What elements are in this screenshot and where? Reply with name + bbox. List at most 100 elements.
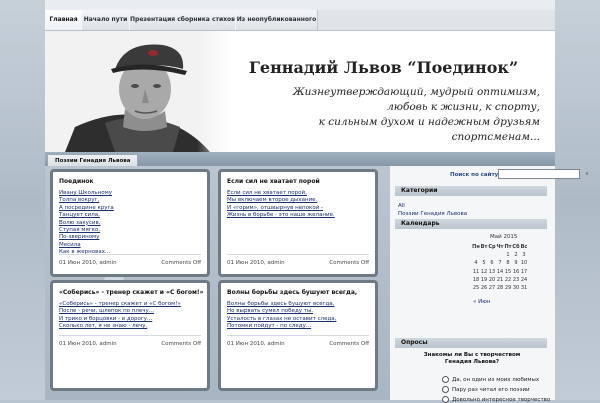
calendar-day: 5: [482, 260, 486, 267]
poll-option-label: Пару раз читал его поэзии: [452, 387, 530, 393]
post-line[interactable]: Волны борьбы здесь бушуют всегда,: [227, 301, 336, 308]
poll-option[interactable]: Да, он один из моих любимых: [442, 376, 539, 383]
nav-item-home[interactable]: Главная: [45, 10, 82, 30]
post-meta: 01 Июн 2010, admin Comments Off: [59, 335, 201, 350]
calendar-day: 12: [480, 268, 488, 275]
post-excerpt: Волны борьбы здесь бушуют всегда, Но выр…: [227, 301, 336, 331]
calendar-day: [472, 251, 480, 259]
calendar-day: 18: [472, 276, 480, 283]
post-line[interactable]: И «горим», отшвырнув непокой -: [227, 205, 335, 212]
post-line[interactable]: По-звериному: [59, 234, 114, 241]
post-title[interactable]: Поединок: [59, 178, 94, 185]
calendar-day: [496, 251, 504, 259]
calendar-day: 3: [522, 252, 526, 259]
post-line[interactable]: Сколько лет, я не знаю - лечу.: [59, 323, 181, 330]
site-title: Геннадий Львов “Поединок”: [248, 58, 519, 77]
post-line[interactable]: Мы включаем второе дыхание.: [227, 197, 335, 204]
radio-button[interactable]: [442, 376, 449, 383]
calendar-day: 7: [498, 260, 502, 267]
search-button[interactable]: »: [583, 170, 591, 178]
motto-line: любовь к жизни, к спорту,: [387, 101, 540, 113]
radio-button[interactable]: [442, 386, 449, 393]
post-line[interactable]: Потомки пойдут - по следу...: [227, 323, 336, 330]
post-line[interactable]: Ступая мягко,: [59, 227, 114, 234]
calendar-day: 15: [504, 268, 512, 275]
post-comments-link[interactable]: Comments Off: [161, 260, 201, 266]
motto-line: Жизнеутверждающий, мудрый оптимизм,: [292, 86, 540, 98]
calendar-day: 29: [504, 285, 512, 292]
post-line[interactable]: И трико и борцовки - в дорогу...: [59, 316, 181, 323]
calendar-day: 23: [512, 276, 520, 283]
page-wrapper: Главная Начало пути Презентация сборника…: [45, 0, 589, 403]
post-line[interactable]: Волю закусив,: [59, 220, 114, 227]
post-excerpt: Ивану Школьному Толпа вокруг, А посредин…: [59, 190, 114, 257]
calendar-day: 24: [520, 276, 528, 283]
calendar-day: 28: [496, 285, 504, 292]
calendar-day: 21: [496, 276, 504, 283]
post-line[interactable]: Если сил не хватает порой,: [227, 190, 335, 197]
calendar-week: 4 5 6 7 8 9 10: [472, 259, 528, 267]
calendar-day: 17: [520, 268, 528, 275]
post-comments-link[interactable]: Comments Off: [329, 341, 369, 347]
calendar-day: 30: [512, 285, 520, 292]
post-meta: 01 Июн 2010, admin Comments Off: [227, 335, 369, 350]
calendar-day: 19: [480, 276, 488, 283]
calendar-day: 11: [472, 268, 480, 275]
category-link-all[interactable]: All: [398, 203, 405, 209]
post-line[interactable]: Месила: [59, 242, 114, 249]
post-title[interactable]: Если сил не хватает порой: [227, 178, 320, 185]
calendar-day: 25: [472, 285, 480, 292]
calendar-prev-link[interactable]: « Июн: [473, 299, 490, 305]
calendar-day: 26: [480, 285, 488, 292]
weekday: Сб: [512, 244, 520, 251]
calendar-day: 14: [496, 268, 504, 275]
main-nav: Главная Начало пути Презентация сборника…: [45, 10, 555, 31]
post-line[interactable]: Танцует сила,: [59, 212, 114, 219]
calendar-day: 4: [474, 260, 478, 267]
weekday: Пт: [504, 244, 512, 251]
post-excerpt: Если сил не хватает порой, Мы включаем в…: [227, 190, 335, 220]
post-comments-link[interactable]: Comments Off: [329, 260, 369, 266]
post-title[interactable]: Волны борьбы здесь бушуют всегда,: [227, 289, 357, 296]
post-line[interactable]: Но вырвать сумел победу ты.: [227, 308, 336, 315]
post-line[interactable]: После - речи, шлепок по плечу...: [59, 308, 181, 315]
post-card: «Соберись» - тренер скажет и «С богом!» …: [50, 280, 210, 391]
category-link-poetry[interactable]: Поэзии Генадия Львова: [398, 211, 467, 217]
motto-line: к сильным духом и надежным друзьям: [318, 116, 540, 128]
nav-item-unpublished[interactable]: Из неопубликованного: [235, 10, 318, 30]
poll-question: Знакомы ли Вы с творчеством Генадия Льво…: [423, 352, 521, 365]
calendar-week: 1 2 3: [472, 251, 528, 259]
weekday: Чт: [496, 244, 504, 251]
calendar-caption: Май 2015: [490, 234, 518, 240]
motto-line: спортсменам...: [451, 131, 540, 143]
post-title[interactable]: «Соберись» - тренер скажет и «С богом!»: [59, 289, 204, 296]
post-line[interactable]: Ивану Школьному: [59, 190, 114, 197]
post-meta: 01 Июн 2010, admin Comments Off: [227, 254, 369, 269]
calendar-day: 16: [512, 268, 520, 275]
post-line[interactable]: Толпа вокруг,: [59, 197, 114, 204]
post-card: Волны борьбы здесь бушуют всегда, Волны …: [218, 280, 378, 391]
post-date: 01 Июн 2010, admin: [227, 260, 285, 266]
calendar-day: 9: [514, 260, 518, 267]
polls-heading: Опросы: [395, 338, 547, 348]
calendar-week: 18 19 20 21 22 23 24: [472, 276, 528, 284]
post-comments-link[interactable]: Comments Off: [161, 341, 201, 347]
site-header: Геннадий Львов “Поединок” Жизнеутверждаю…: [45, 31, 555, 152]
post-card: Поединок Ивану Школьному Толпа вокруг, А…: [50, 169, 210, 277]
calendar-day: 6: [490, 260, 494, 267]
weekday: Вт: [480, 244, 488, 251]
calendar-day: 20: [488, 276, 496, 283]
poll-option[interactable]: Пару раз читал его поэзии: [442, 386, 530, 393]
post-line[interactable]: «Соберись» - тренер скажет и «С богом!»: [59, 301, 181, 308]
nav-item-presentation[interactable]: Презентация сборника стихов: [129, 10, 236, 30]
calendar-day: 27: [488, 285, 496, 292]
post-excerpt: «Соберись» - тренер скажет и «С богом!» …: [59, 301, 181, 331]
post-date: 01 Июн 2010, admin: [227, 341, 285, 347]
calendar-day: 1: [506, 252, 510, 259]
post-line[interactable]: А посредине круга: [59, 205, 114, 212]
nav-item-beginning[interactable]: Начало пути: [81, 10, 130, 30]
calendar-day: 8: [506, 260, 510, 267]
search-input[interactable]: [498, 169, 580, 179]
weekday: Ср: [488, 244, 496, 251]
post-line[interactable]: Жизнь в борьбе - это наше желание.: [227, 212, 335, 219]
